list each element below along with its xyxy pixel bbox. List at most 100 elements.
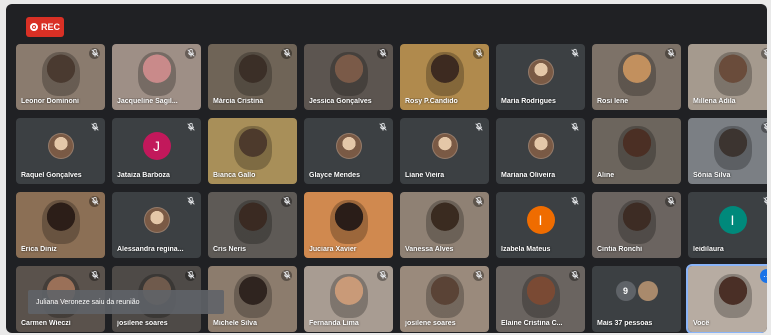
participant-name: Elaine Cristina C... bbox=[501, 320, 563, 327]
mic-off-icon bbox=[569, 270, 580, 281]
mic-off-icon bbox=[377, 270, 388, 281]
participant-tile[interactable]: josilene soares bbox=[400, 266, 489, 332]
more-options-icon[interactable]: ⋯ bbox=[760, 269, 767, 283]
participant-tile[interactable]: Sônia Silva bbox=[688, 118, 767, 184]
mic-off-icon bbox=[281, 48, 292, 59]
participant-video bbox=[41, 52, 80, 97]
participant-tile[interactable]: Jacqueline Sagil... bbox=[112, 44, 201, 110]
participant-name: Bianca Gallo bbox=[213, 172, 256, 179]
participant-tile[interactable]: Alessandra regina... bbox=[112, 192, 201, 258]
participant-tile[interactable]: Ileidilaura bbox=[688, 192, 767, 258]
participant-name: Cris Neris bbox=[213, 246, 247, 253]
participant-name: leidilaura bbox=[693, 246, 724, 253]
more-participants-tile[interactable]: 9 Mais 37 pessoas bbox=[592, 266, 681, 332]
participant-video bbox=[233, 126, 272, 171]
participant-tile[interactable]: Aline bbox=[592, 118, 681, 184]
participant-video bbox=[425, 200, 464, 245]
mic-off-icon bbox=[569, 196, 580, 207]
mic-off-icon bbox=[185, 270, 196, 281]
participant-tile[interactable]: Márcia Cristina bbox=[208, 44, 297, 110]
avatar bbox=[637, 281, 658, 302]
participant-name: Érica Diniz bbox=[21, 246, 57, 253]
mic-off-icon bbox=[473, 122, 484, 133]
participant-tile[interactable]: Bianca Gallo bbox=[208, 118, 297, 184]
participant-video bbox=[233, 52, 272, 97]
avatar: I bbox=[718, 205, 747, 234]
participant-tile[interactable]: Cris Neris bbox=[208, 192, 297, 258]
participant-tile[interactable]: Maria Rodrigues bbox=[496, 44, 585, 110]
participant-tile[interactable]: Rosi lene bbox=[592, 44, 681, 110]
participant-name: Sônia Silva bbox=[693, 172, 731, 179]
participant-name: Carmen Wieczi bbox=[21, 320, 71, 327]
mic-off-icon bbox=[665, 196, 676, 207]
self-tile[interactable]: ⋯ Você bbox=[686, 264, 767, 333]
participant-tile[interactable]: Elaine Cristina C... bbox=[496, 266, 585, 332]
participant-tile[interactable]: I Izabela Mateus bbox=[496, 192, 585, 258]
participant-video bbox=[329, 52, 368, 97]
notification-text: Juliana Veroneze saiu da reunião bbox=[36, 298, 140, 306]
participant-tile[interactable]: Vanessa Alves bbox=[400, 192, 489, 258]
participant-name: Rosy P.Candido bbox=[405, 98, 458, 105]
participant-tile[interactable]: Leonor Dominoni bbox=[16, 44, 105, 110]
participant-tile[interactable]: Jessica Gonçalves bbox=[304, 44, 393, 110]
recording-badge[interactable]: REC bbox=[26, 17, 64, 37]
mic-off-icon bbox=[185, 196, 196, 207]
participant-name: Fernanda Lima bbox=[309, 320, 359, 327]
participant-name: Você bbox=[693, 320, 710, 327]
participant-name: josilene soares bbox=[405, 320, 456, 327]
participant-video bbox=[425, 52, 464, 97]
participant-video bbox=[41, 200, 80, 245]
participant-video bbox=[329, 274, 368, 319]
participant-name: Glayce Mendes bbox=[309, 172, 360, 179]
participant-tile[interactable]: Raquel Gonçalves bbox=[16, 118, 105, 184]
participant-name: Márcia Cristina bbox=[213, 98, 264, 105]
mic-off-icon bbox=[473, 48, 484, 59]
mic-off-icon bbox=[761, 122, 767, 133]
participant-tile[interactable]: J Jataiza Barboza bbox=[112, 118, 201, 184]
participant-name: Jacqueline Sagil... bbox=[117, 98, 178, 105]
avatar bbox=[527, 58, 554, 85]
mic-off-icon bbox=[185, 122, 196, 133]
mic-off-icon bbox=[89, 196, 100, 207]
participant-name: josilene soares bbox=[117, 320, 168, 327]
participant-tile[interactable]: Glayce Mendes bbox=[304, 118, 393, 184]
participant-grid: Leonor Dominoni Jacqueline Sagil... Márcia… bbox=[16, 44, 767, 333]
participant-video bbox=[521, 274, 560, 319]
participant-name: Michele Silva bbox=[213, 320, 257, 327]
participant-video bbox=[617, 126, 656, 171]
mic-off-icon bbox=[473, 270, 484, 281]
participant-tile[interactable]: Juciara Xavier bbox=[304, 192, 393, 258]
participant-tile[interactable]: Érica Diniz bbox=[16, 192, 105, 258]
participant-name: Cintia Ronchi bbox=[597, 246, 643, 253]
mic-off-icon bbox=[281, 196, 292, 207]
participant-name: Millena Adila bbox=[693, 98, 736, 105]
participant-tile[interactable]: Rosy P.Candido bbox=[400, 44, 489, 110]
more-participants-avatars: 9 bbox=[615, 281, 658, 302]
mic-off-icon bbox=[761, 196, 767, 207]
participant-name: Raquel Gonçalves bbox=[21, 172, 82, 179]
mic-off-icon bbox=[377, 122, 388, 133]
participant-video bbox=[233, 274, 272, 319]
participant-tile[interactable]: Millena Adila bbox=[688, 44, 767, 110]
participant-name: Aline bbox=[597, 172, 615, 179]
participant-video bbox=[137, 52, 176, 97]
mic-off-icon bbox=[569, 48, 580, 59]
participant-name: Izabela Mateus bbox=[501, 246, 551, 253]
participant-name: Mariana Oliveira bbox=[501, 172, 556, 179]
participant-video bbox=[617, 200, 656, 245]
recording-label: REC bbox=[40, 22, 60, 32]
participant-name: Rosi lene bbox=[597, 98, 629, 105]
participant-name: Mais 37 pessoas bbox=[597, 320, 653, 327]
mic-off-icon bbox=[761, 48, 767, 59]
participant-video bbox=[713, 126, 752, 171]
participant-video bbox=[713, 52, 752, 97]
participant-tile[interactable]: Fernanda Lima bbox=[304, 266, 393, 332]
participant-tile[interactable]: Cintia Ronchi bbox=[592, 192, 681, 258]
mic-off-icon bbox=[89, 270, 100, 281]
avatar: I bbox=[526, 205, 555, 234]
mic-off-icon bbox=[569, 122, 580, 133]
participant-name: Jessica Gonçalves bbox=[309, 98, 372, 105]
more-count: 9 bbox=[615, 281, 636, 302]
participant-tile[interactable]: Liane Vieira bbox=[400, 118, 489, 184]
participant-tile[interactable]: Mariana Oliveira bbox=[496, 118, 585, 184]
